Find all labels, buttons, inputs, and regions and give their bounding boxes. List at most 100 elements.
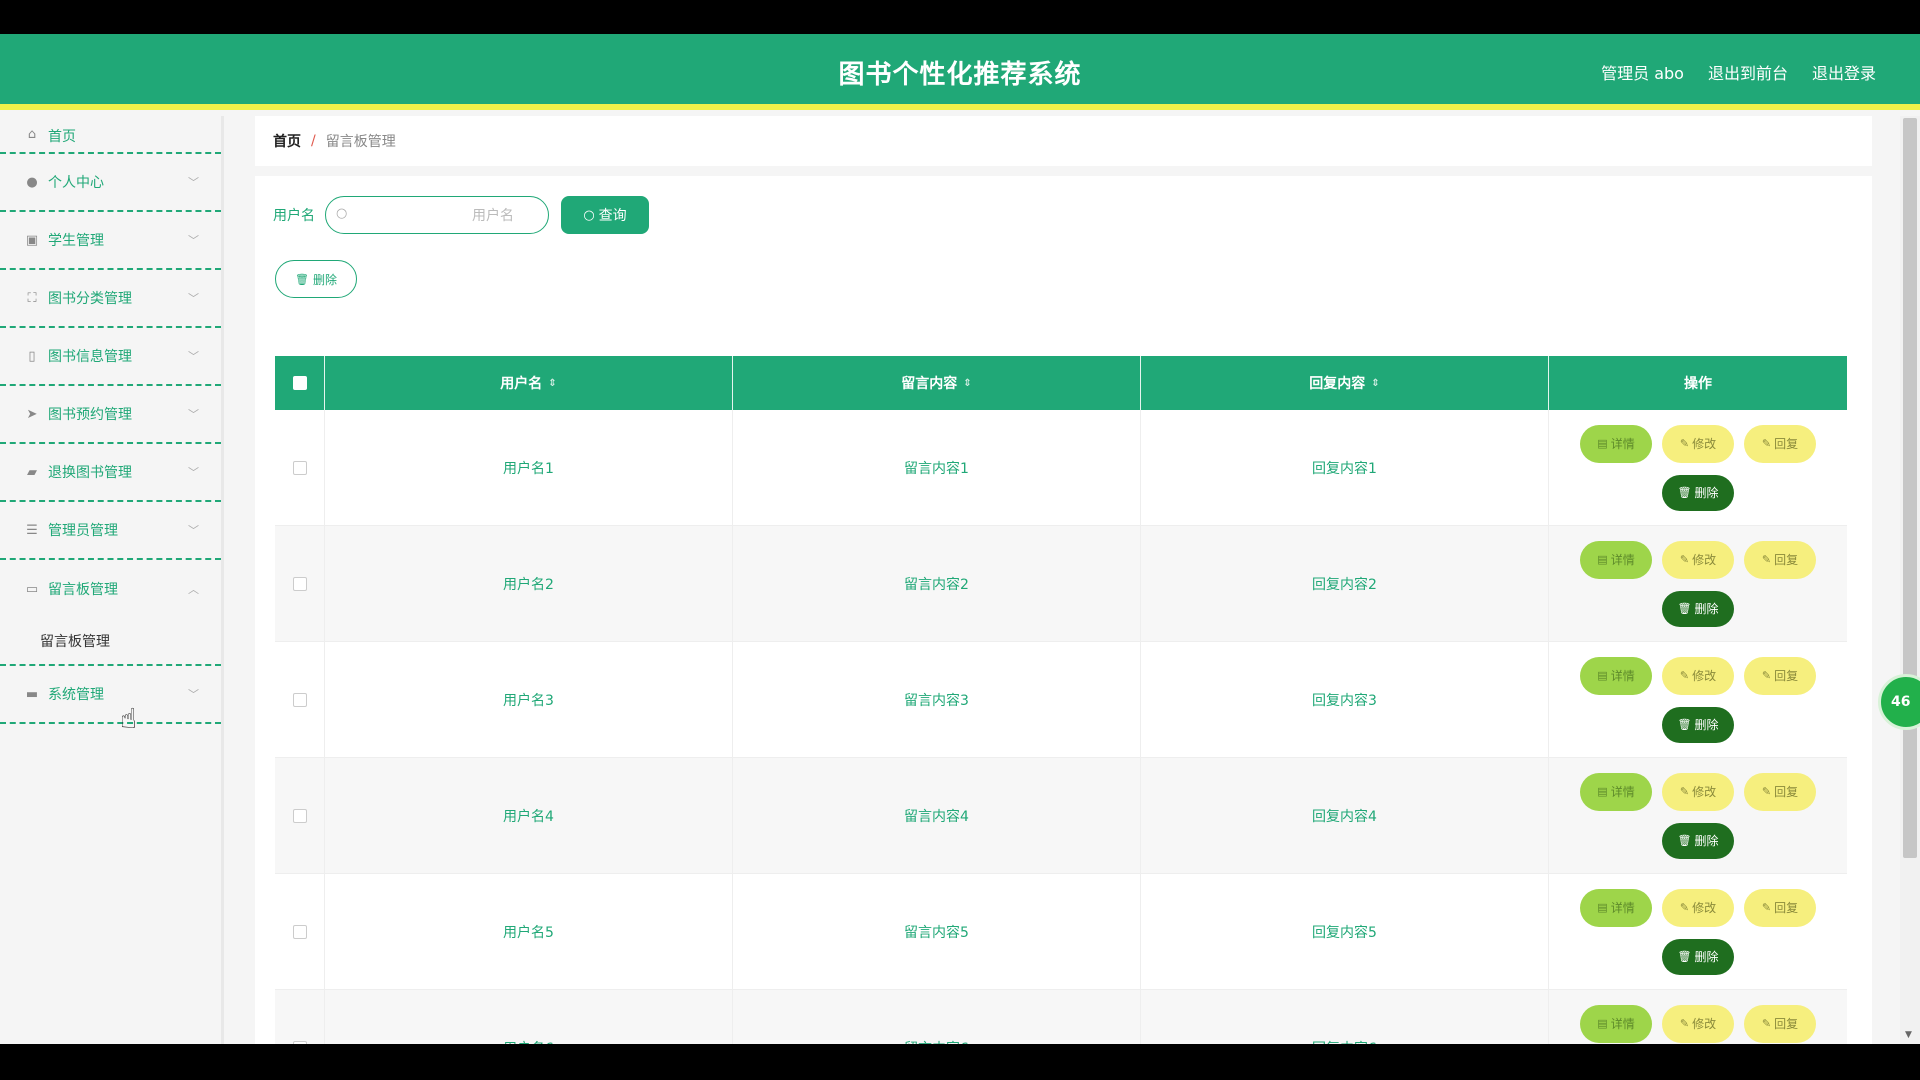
search-icon: ○ — [336, 206, 348, 221]
row-checkbox[interactable] — [292, 1040, 307, 1044]
sort-icon: ⇕ — [1371, 377, 1380, 389]
sidebar-item-book-categories[interactable]: ⛶ 图书分类管理 ﹀ — [0, 270, 221, 328]
detail-button[interactable]: ▤ 详情 — [1580, 540, 1652, 579]
sidebar-item-label: 系统管理 — [48, 687, 104, 703]
detail-button[interactable]: ▤ 详情 — [1580, 424, 1652, 463]
sidebar-item-message-board[interactable]: ▭ 留言板管理 ︿ — [0, 560, 221, 618]
mobile-icon: ▯ — [28, 348, 36, 364]
sidebar-item-label: 个人中心 — [48, 175, 104, 191]
edit-button[interactable]: ✎ 修改 — [1662, 772, 1734, 811]
chat-icon: ▭ — [25, 581, 39, 597]
table-body: 用户名1 留言内容1 回复内容1 ▤ 详情 ✎ 修改 ✎ 回复 🗑 删除 用户名2 留言… — [275, 410, 1847, 1044]
header-reply[interactable]: 回复内容 ⇕ — [1141, 356, 1549, 410]
document-icon: ▤ — [1597, 901, 1608, 914]
sort-icon: ⇕ — [548, 377, 557, 389]
query-button-label: 查询 — [598, 208, 627, 224]
breadcrumb-current: 留言板管理 — [325, 134, 396, 150]
breadcrumb-separator: / — [311, 133, 316, 149]
reply-button[interactable]: ✎ 回复 — [1744, 656, 1816, 695]
edit-button[interactable]: ✎ 修改 — [1662, 424, 1734, 463]
pencil-icon: ✎ — [1679, 901, 1690, 914]
sidebar-item-system[interactable]: ▬ 系统管理 ﹀ — [0, 666, 221, 724]
edit-button[interactable]: ✎ 修改 — [1662, 540, 1734, 579]
chevron-down-icon: ﹀ — [188, 466, 199, 479]
row-actions-top: ▤ 详情 ✎ 修改 ✎ 回复 — [1580, 772, 1816, 811]
cell-username: 用户名3 — [325, 642, 733, 757]
header-message[interactable]: 留言内容 ⇕ — [733, 356, 1141, 410]
document-icon: ▤ — [1597, 437, 1608, 450]
batch-delete-button[interactable]: 🗑 删除 — [275, 260, 357, 298]
edit-button[interactable]: ✎ 修改 — [1662, 656, 1734, 695]
query-button[interactable]: ○ 查询 — [561, 196, 649, 234]
breadcrumb-home[interactable]: 首页 — [273, 131, 301, 151]
delete-button[interactable]: 🗑 删除 — [1662, 938, 1734, 975]
search-row: 用户名 ○ ○ 查询 — [273, 196, 649, 234]
row-actions-top: ▤ 详情 ✎ 修改 ✎ 回复 — [1580, 888, 1816, 927]
sidebar-item-book-reservations[interactable]: ➤ 图书预约管理 ﹀ — [0, 386, 221, 444]
sidebar-item-home[interactable]: ⌂ 首页 — [0, 116, 221, 154]
trash-icon: 🗑 — [1677, 718, 1692, 731]
trash-icon: 🗑 — [1677, 486, 1692, 499]
row-checkbox[interactable] — [292, 808, 307, 823]
document-icon: ▤ — [1597, 1017, 1608, 1030]
sidebar-item-admins[interactable]: ☰ 管理员管理 ﹀ — [0, 502, 221, 560]
scrollbar[interactable]: ▼ — [1900, 116, 1920, 1044]
trash-icon: 🗑 — [295, 272, 309, 286]
pencil-icon: ✎ — [1761, 437, 1772, 450]
cell-ops: ▤详情 ✎修改 ✎回复 🗑删除 — [1549, 758, 1847, 873]
delete-button[interactable]: 🗑 删除 — [1662, 822, 1734, 859]
row-actions-top: ▤ 详情 ✎ 修改 ✎ 回复 — [1580, 540, 1816, 579]
detail-button[interactable]: ▤ 详情 — [1580, 656, 1652, 695]
header-select-all — [275, 356, 325, 410]
sidebar-item-personal-center[interactable]: ● 个人中心 ﹀ — [0, 154, 221, 212]
logout-link[interactable]: 退出登录 — [1812, 60, 1876, 84]
scrollbar-thumb[interactable] — [1903, 118, 1917, 858]
header-links: 管理员 abo 退出到前台 退出登录 — [1601, 60, 1876, 84]
detail-button[interactable]: ▤ 详情 — [1580, 772, 1652, 811]
sidebar-item-students[interactable]: ▣ 学生管理 ﹀ — [0, 212, 221, 270]
scroll-down-icon[interactable]: ▼ — [1905, 1030, 1912, 1040]
delete-button[interactable]: 🗑 删除 — [1662, 590, 1734, 627]
reply-button[interactable]: ✎ 回复 — [1744, 772, 1816, 811]
row-select-cell — [275, 990, 325, 1044]
header-username[interactable]: 用户名 ⇕ — [325, 356, 733, 410]
reply-button[interactable]: ✎ 回复 — [1744, 1004, 1816, 1043]
reply-button[interactable]: ✎ 回复 — [1744, 540, 1816, 579]
pencil-icon: ✎ — [1679, 437, 1690, 450]
row-checkbox[interactable] — [292, 460, 307, 475]
cell-ops: ▤详情 ✎修改 ✎回复 🗑删除 — [1549, 410, 1847, 525]
cell-message: 留言内容5 — [733, 874, 1141, 989]
sort-icon: ⇕ — [963, 377, 972, 389]
detail-button[interactable]: ▤ 详情 — [1580, 1004, 1652, 1043]
reply-button[interactable]: ✎ 回复 — [1744, 424, 1816, 463]
select-all-checkbox[interactable] — [292, 376, 307, 390]
delete-button[interactable]: 🗑 删除 — [1662, 706, 1734, 743]
row-actions-top: ▤ 详情 ✎ 修改 ✎ 回复 — [1580, 424, 1816, 463]
cell-username: 用户名5 — [325, 874, 733, 989]
reply-button[interactable]: ✎ 回复 — [1744, 888, 1816, 927]
search-icon: ○ — [583, 207, 595, 223]
search-input[interactable] — [356, 197, 542, 233]
ticket-icon: ▰ — [27, 464, 37, 480]
edit-button[interactable]: ✎ 修改 — [1662, 888, 1734, 927]
delete-button[interactable]: 🗑 删除 — [1662, 474, 1734, 511]
detail-button[interactable]: ▤ 详情 — [1580, 888, 1652, 927]
submenu-item-message-board[interactable]: 留言板管理 — [0, 618, 221, 666]
back-to-front-link[interactable]: 退出到前台 — [1708, 60, 1788, 84]
floating-badge[interactable]: 46 — [1878, 674, 1920, 730]
row-checkbox[interactable] — [292, 576, 307, 591]
admin-user-link[interactable]: 管理员 abo — [1601, 60, 1684, 84]
table-row: 用户名4 留言内容4 回复内容4 ▤ 详情 ✎ 修改 ✎ 回复 🗑 删除 — [275, 758, 1847, 874]
sidebar-item-book-info[interactable]: ▯ 图书信息管理 ﹀ — [0, 328, 221, 386]
row-checkbox[interactable] — [292, 692, 307, 707]
sidebar-item-book-returns[interactable]: ▰ 退换图书管理 ﹀ — [0, 444, 221, 502]
edit-button[interactable]: ✎ 修改 — [1662, 1004, 1734, 1043]
table-row: 用户名3 留言内容3 回复内容3 ▤ 详情 ✎ 修改 ✎ 回复 🗑 删除 — [275, 642, 1847, 758]
cell-reply: 回复内容1 — [1141, 410, 1549, 525]
user-icon: ● — [26, 174, 38, 190]
row-checkbox[interactable] — [292, 924, 307, 939]
cell-reply: 回复内容3 — [1141, 642, 1549, 757]
clipboard-icon: ▣ — [25, 232, 39, 248]
row-select-cell — [275, 410, 325, 525]
pencil-icon: ✎ — [1761, 785, 1772, 798]
